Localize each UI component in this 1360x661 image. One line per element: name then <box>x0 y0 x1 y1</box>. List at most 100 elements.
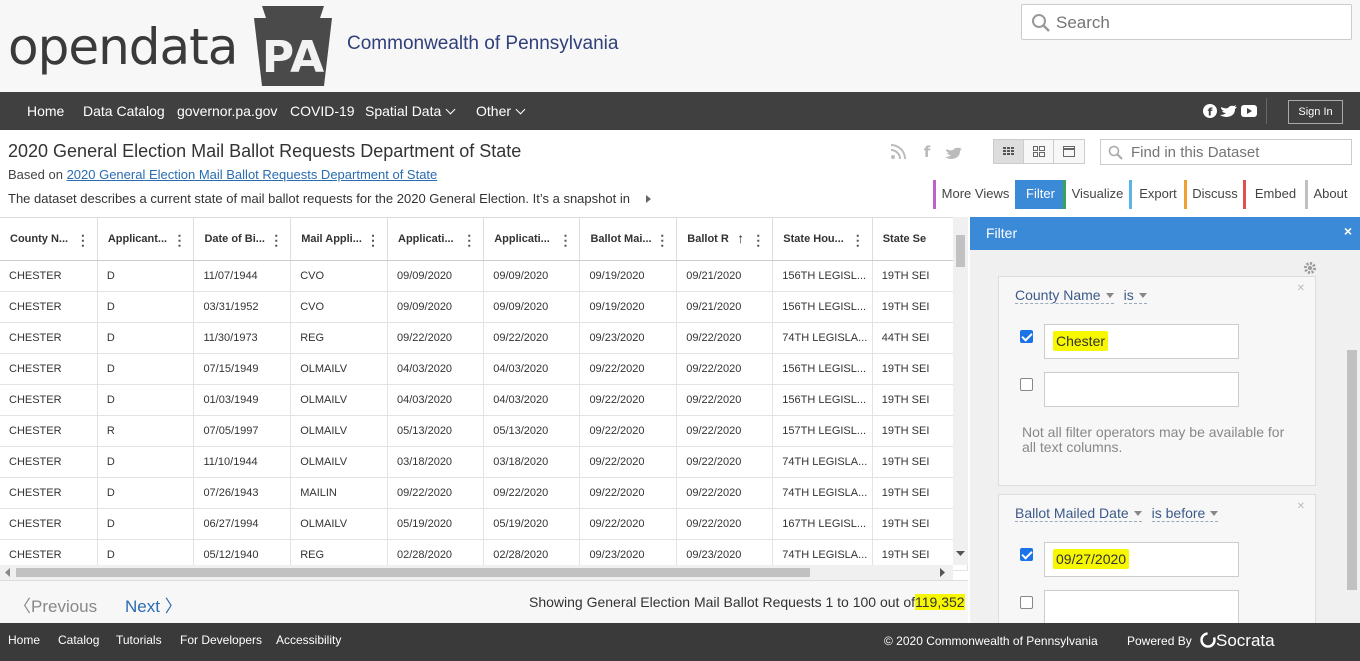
table-row[interactable]: CHESTER D 11/07/1944 CVO 09/09/2020 09/09/202… <box>0 260 968 292</box>
column-menu-icon[interactable]: ⋮ <box>558 232 572 249</box>
facebook-share-icon[interactable]: f <box>924 144 931 160</box>
filter-column-select[interactable]: Ballot Mailed Date <box>1015 505 1142 522</box>
filter-panel-scrollbar[interactable] <box>1344 250 1360 623</box>
opendatapa-logo[interactable]: opendata PA <box>8 4 338 88</box>
scrollbar-thumb[interactable] <box>1347 350 1357 590</box>
filter-value-input[interactable]: Chester <box>1044 324 1239 359</box>
site-search-input[interactable] <box>1056 11 1336 35</box>
tab-more-views[interactable]: More Views <box>933 180 1015 209</box>
filter-operator-select[interactable]: is before <box>1151 505 1219 522</box>
tab-filter[interactable]: Filter <box>1015 180 1063 209</box>
footer-link-developers[interactable]: For Developers <box>180 633 262 647</box>
remove-filter-icon[interactable]: ✕ <box>1297 283 1305 294</box>
find-in-dataset-box[interactable] <box>1100 139 1352 165</box>
youtube-icon[interactable] <box>1241 105 1257 117</box>
nav-home[interactable]: Home <box>27 103 64 119</box>
column-header-sorted[interactable]: Ballot R ↑ ⋮ <box>676 218 774 261</box>
tab-visualize[interactable]: Visualize <box>1063 180 1129 209</box>
table-row[interactable]: CHESTER D 03/31/1952 CVO 09/09/2020 09/09/202… <box>0 291 968 323</box>
filter-value-checkbox[interactable] <box>1020 596 1033 609</box>
table-cell: 09/22/2020 <box>579 415 678 447</box>
column-header[interactable]: Mail Appli... ⋮ <box>290 218 388 261</box>
scroll-down-arrow-icon[interactable] <box>956 551 965 557</box>
column-menu-icon[interactable]: ⋮ <box>366 232 380 249</box>
column-header[interactable]: Applicati... ⋮ <box>483 218 581 261</box>
find-in-dataset-input[interactable] <box>1131 142 1346 162</box>
table-row[interactable]: CHESTER R 07/05/1997 OLMAILV 05/13/2020 05/13… <box>0 415 968 447</box>
nav-governor[interactable]: governor.pa.gov <box>177 103 277 119</box>
column-header[interactable]: Applicant... ⋮ <box>97 218 195 261</box>
table-cell: 156TH LEGISL... <box>772 291 873 323</box>
table-row[interactable]: CHESTER D 06/27/1994 OLMAILV 05/19/2020 05/19… <box>0 508 968 540</box>
facebook-icon[interactable]: f <box>1203 104 1217 119</box>
sign-in-button[interactable]: Sign In <box>1288 100 1343 124</box>
filter-value-input[interactable] <box>1044 372 1239 407</box>
column-menu-icon[interactable]: ⋮ <box>751 232 765 249</box>
column-menu-icon[interactable]: ⋮ <box>172 232 186 249</box>
dataset-title: 2020 General Election Mail Ballot Reques… <box>8 141 522 161</box>
nav-covid[interactable]: COVID-19 <box>290 103 355 119</box>
socrata-logo[interactable]: Socrata <box>1200 631 1275 651</box>
table-row[interactable]: CHESTER D 07/26/1943 MAILIN 09/22/2020 09/22/… <box>0 477 968 509</box>
column-header[interactable]: County N... ⋮ <box>0 218 98 261</box>
expand-description-icon[interactable] <box>646 195 651 203</box>
gear-icon[interactable] <box>1303 261 1317 275</box>
close-icon[interactable]: × <box>1344 223 1352 239</box>
next-page-button[interactable]: Next 〉 <box>125 592 182 617</box>
filter-operator-label: is <box>1123 287 1134 303</box>
scroll-left-arrow-icon[interactable] <box>4 568 10 577</box>
site-footer: Home Catalog Tutorials For Developers Ac… <box>0 623 1360 661</box>
nav-other[interactable]: Other <box>476 103 526 119</box>
table-row[interactable]: CHESTER D 01/03/1949 OLMAILV 04/03/2020 04/03… <box>0 384 968 416</box>
nav-spatial-data[interactable]: Spatial Data <box>365 103 456 119</box>
filter-operator-select[interactable]: is <box>1123 287 1147 304</box>
footer-link-home[interactable]: Home <box>8 633 40 647</box>
scroll-right-arrow-icon[interactable] <box>940 568 946 577</box>
twitter-share-icon[interactable] <box>945 147 962 159</box>
previous-page-button[interactable]: 〈Previous <box>14 592 97 617</box>
rss-icon[interactable] <box>890 144 906 160</box>
column-header[interactable]: Applicati... ⋮ <box>387 218 485 261</box>
column-menu-icon[interactable]: ⋮ <box>655 232 669 249</box>
grid-horizontal-scrollbar[interactable] <box>0 565 953 580</box>
footer-link-catalog[interactable]: Catalog <box>58 633 99 647</box>
tab-discuss[interactable]: Discuss <box>1184 180 1243 209</box>
twitter-icon[interactable] <box>1220 105 1237 117</box>
nav-data-catalog[interactable]: Data Catalog <box>83 103 165 119</box>
tab-about[interactable]: About <box>1305 180 1353 209</box>
filter-value-checkbox[interactable] <box>1020 330 1033 343</box>
tab-export[interactable]: Export <box>1129 180 1184 209</box>
table-row[interactable]: CHESTER D 11/30/1973 REG 09/22/2020 09/22/202… <box>0 322 968 354</box>
column-header[interactable]: Date of Bi... ⋮ <box>193 218 292 261</box>
footer-link-tutorials[interactable]: Tutorials <box>116 633 162 647</box>
table-cell: 09/22/2020 <box>387 477 485 509</box>
based-on-prefix: Based on <box>8 167 63 182</box>
table-cell: CHESTER <box>0 322 98 354</box>
column-menu-icon[interactable]: ⋮ <box>269 232 283 249</box>
page-view-toggle[interactable] <box>1024 140 1054 163</box>
column-header[interactable]: State Hou... ⋮ <box>772 218 873 261</box>
column-header-label: Mail Appli... <box>301 232 362 245</box>
column-menu-icon[interactable]: ⋮ <box>76 232 90 249</box>
site-search-box[interactable] <box>1021 4 1352 40</box>
column-menu-icon[interactable]: ⋮ <box>851 232 865 249</box>
scrollbar-thumb[interactable] <box>16 568 810 577</box>
grid-view-toggle[interactable] <box>994 140 1024 163</box>
filter-value-checkbox[interactable] <box>1020 548 1033 561</box>
grid-vertical-scrollbar[interactable] <box>953 217 968 565</box>
column-header[interactable]: Ballot Mai... ⋮ <box>579 218 678 261</box>
remove-filter-icon[interactable]: ✕ <box>1297 501 1305 512</box>
scrollbar-thumb[interactable] <box>956 235 965 267</box>
filter-column-select[interactable]: County Name <box>1015 287 1114 304</box>
column-menu-icon[interactable]: ⋮ <box>462 232 476 249</box>
tab-embed[interactable]: Embed <box>1243 180 1305 209</box>
filter-value-checkbox[interactable] <box>1020 378 1033 391</box>
filter-value-input[interactable]: 09/27/2020 <box>1044 542 1239 577</box>
table-cell: 74TH LEGISLA... <box>772 322 873 354</box>
filter-value-input[interactable] <box>1044 590 1239 623</box>
based-on-link[interactable]: 2020 General Election Mail Ballot Reques… <box>67 167 438 182</box>
table-row[interactable]: CHESTER D 07/15/1949 OLMAILV 04/03/2020 04/03… <box>0 353 968 385</box>
row-view-toggle[interactable] <box>1054 140 1084 163</box>
table-row[interactable]: CHESTER D 11/10/1944 OLMAILV 03/18/2020 03/18… <box>0 446 968 478</box>
footer-link-accessibility[interactable]: Accessibility <box>276 633 341 647</box>
